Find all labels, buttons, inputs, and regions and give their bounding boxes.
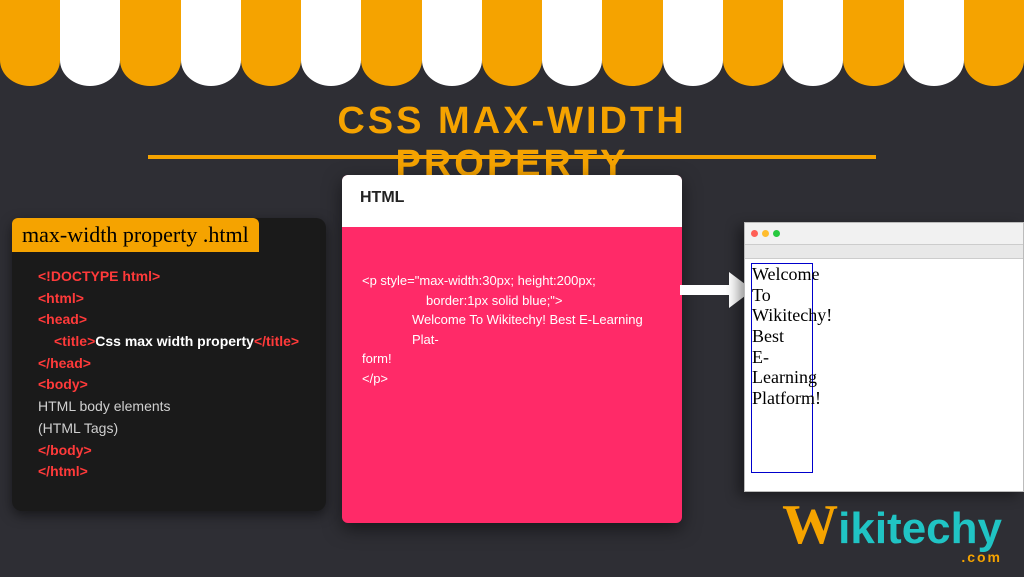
snippet-line: border:1px solid blue;"> [362,291,662,311]
rendered-paragraph: Welcome To Wikitechy! Best E- Learning P… [751,263,813,473]
browser-chrome [745,223,1023,245]
code-line: <body> [26,374,312,396]
card-header: HTML [342,175,682,227]
snippet-line: </p> [362,369,662,389]
code-line: </html> [26,461,312,483]
traffic-light-green-icon [773,230,780,237]
filename-tab: max-width property .html [12,218,259,252]
code-line: <html> [26,288,312,310]
output-line: E- [752,347,812,368]
arrow-icon [680,272,753,308]
code-line: </head> [26,353,312,375]
output-line: Welcome [752,264,812,285]
snippet-line: form! [362,349,662,369]
code-line: <!DOCTYPE html> [26,266,312,288]
title-underline [148,155,876,159]
code-line: <head> [26,309,312,331]
snippet-body: <p style="max-width:30px; height:200px; … [342,227,682,398]
traffic-light-red-icon [751,230,758,237]
code-line: (HTML Tags) [26,418,312,440]
browser-viewport: Welcome To Wikitechy! Best E- Learning P… [745,259,1023,477]
code-body: <!DOCTYPE html> <html> <head> <title>Css… [12,252,326,489]
output-line: Wikitechy! [752,305,812,326]
code-line: <title>Css max width property</title> [26,331,312,353]
traffic-light-yellow-icon [762,230,769,237]
output-line: Best [752,326,812,347]
output-line: Platform! [752,388,812,409]
wikitechy-logo: Wikitechy .com [782,493,1002,565]
snippet-line: <p style="max-width:30px; height:200px; [362,271,662,291]
browser-preview: Welcome To Wikitechy! Best E- Learning P… [744,222,1024,492]
awning-decoration [0,0,1024,80]
source-code-panel: max-width property .html <!DOCTYPE html>… [12,218,326,511]
code-line: HTML body elements [26,396,312,418]
page-title: CSS MAX-WIDTH PROPERTY [256,100,768,186]
output-line: To [752,285,812,306]
output-line: Learning [752,367,812,388]
snippet-line: Welcome To Wikitechy! Best E-Learning Pl… [362,310,662,349]
browser-tabbar [745,245,1023,259]
html-snippet-card: HTML <p style="max-width:30px; height:20… [342,175,682,523]
logo-w: W [782,494,838,556]
logo-text: ikitechy [838,504,1002,553]
code-line: </body> [26,440,312,462]
